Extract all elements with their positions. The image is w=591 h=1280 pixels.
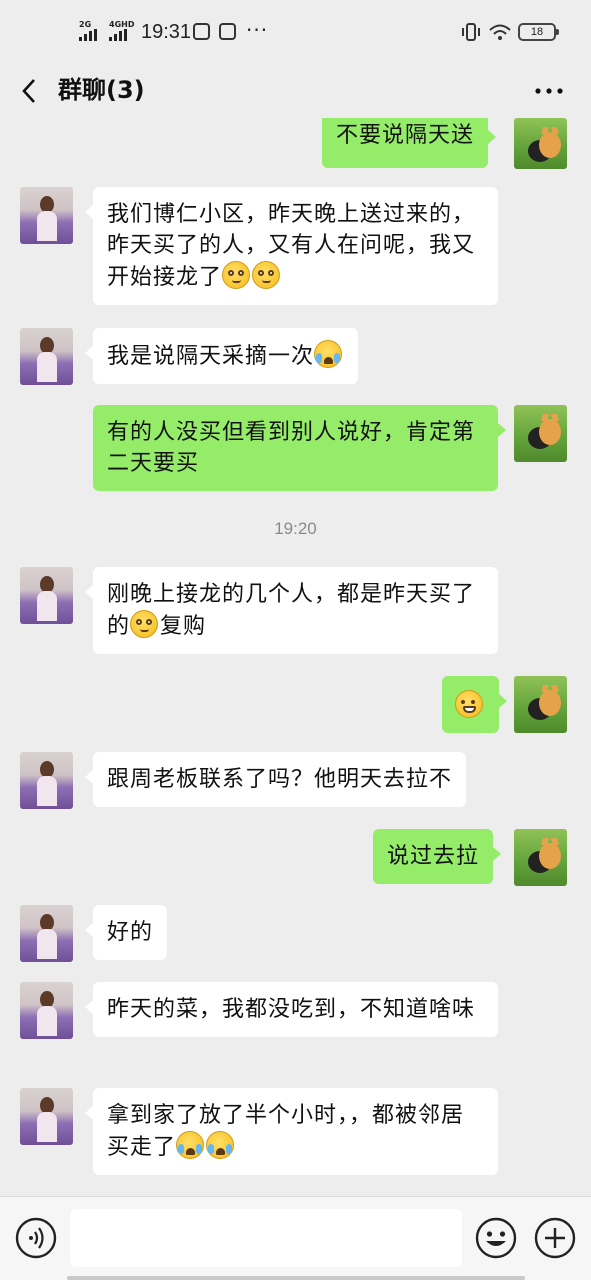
message-bubble-received[interactable]: 刚晚上接龙的几个人，都是昨天买了的 复购 bbox=[85, 567, 498, 654]
my-avatar[interactable] bbox=[514, 676, 567, 733]
blush-emoji-icon bbox=[252, 261, 281, 289]
back-arrow-icon[interactable] bbox=[18, 76, 42, 106]
message-text: 我们博仁小区，昨天晚上送过来的，昨天买了的人，又有人在问呢，我又开始接龙了 bbox=[107, 202, 476, 290]
message-bubble-received[interactable]: 我是说隔天采摘一次 bbox=[84, 328, 359, 384]
emoji-picker-icon[interactable] bbox=[474, 1216, 518, 1260]
signal-2g-icon: 2G bbox=[79, 20, 97, 41]
more-options-icon[interactable] bbox=[530, 76, 570, 106]
message-input[interactable] bbox=[70, 1209, 462, 1267]
message-bubble-sent[interactable]: 不要说隔天送 bbox=[322, 118, 497, 168]
crying-emoji-icon bbox=[314, 340, 343, 368]
message-text: 拿到家了放了半个小时，，都被邻居买走了 bbox=[107, 1103, 465, 1160]
contact-avatar[interactable] bbox=[20, 187, 73, 244]
contact-avatar[interactable] bbox=[20, 752, 73, 809]
contact-avatar[interactable] bbox=[20, 567, 73, 624]
notification-icon bbox=[193, 23, 210, 40]
chat-messages[interactable]: 不要说隔天送 我们博仁小区，昨天晚上送过来的，昨天买了的人，又有人在问呢，我又开… bbox=[0, 118, 591, 1196]
signal-4g-icon: 4GHD bbox=[109, 20, 134, 41]
battery-icon: 18 bbox=[518, 23, 559, 41]
wifi-icon bbox=[489, 24, 511, 40]
contact-avatar[interactable] bbox=[20, 1088, 73, 1145]
my-avatar[interactable] bbox=[514, 829, 567, 886]
grin-emoji-icon bbox=[455, 690, 483, 718]
message-bubble-sent[interactable]: 说过去拉 bbox=[373, 829, 502, 884]
message-text: 好的 bbox=[107, 920, 154, 945]
message-bubble-received[interactable]: 好的 bbox=[84, 905, 168, 960]
voice-input-icon[interactable] bbox=[14, 1216, 58, 1260]
message-bubble-received[interactable]: 拿到家了放了半个小时，，都被邻居买走了 bbox=[85, 1088, 498, 1175]
contact-avatar[interactable] bbox=[20, 982, 73, 1039]
chat-title: 群聊(3) bbox=[58, 76, 145, 104]
contact-avatar[interactable] bbox=[20, 905, 73, 962]
crying-emoji-icon bbox=[206, 1131, 235, 1159]
message-text: 跟周老板联系了吗？他明天去拉不 bbox=[107, 767, 453, 792]
message-bubble-received[interactable]: 我们博仁小区，昨天晚上送过来的，昨天买了的人，又有人在问呢，我又开始接龙了 bbox=[85, 187, 498, 305]
contact-avatar[interactable] bbox=[20, 328, 73, 385]
status-time: 19:31 bbox=[141, 21, 192, 43]
my-avatar[interactable] bbox=[514, 405, 567, 462]
blush-emoji-icon bbox=[130, 610, 159, 638]
network-type-label: 2G bbox=[79, 20, 92, 29]
message-bubble-sent[interactable]: 有的人没买但看到别人说好，肯定第二天要买 bbox=[93, 405, 506, 491]
message-text: 不要说隔天送 bbox=[336, 123, 475, 148]
chat-header: 群聊(3) bbox=[0, 64, 591, 118]
my-avatar[interactable] bbox=[514, 118, 567, 169]
message-bubble-received[interactable]: 跟周老板联系了吗？他明天去拉不 bbox=[84, 752, 467, 807]
message-bubble-received[interactable]: 昨天的菜，我都没吃到，不知道啥味 bbox=[85, 982, 498, 1037]
message-text: 昨天的菜，我都没吃到，不知道啥味 bbox=[107, 997, 476, 1022]
message-bubble-sent[interactable] bbox=[442, 676, 507, 733]
blush-emoji-icon bbox=[222, 261, 251, 289]
more-notifications-icon: ··· bbox=[246, 18, 269, 42]
message-text: 有的人没买但看到别人说好，肯定第二天要买 bbox=[107, 420, 476, 476]
vibrate-icon bbox=[462, 23, 480, 41]
edit-notification-icon bbox=[219, 23, 236, 40]
message-text: 复购 bbox=[160, 614, 207, 639]
input-bar bbox=[0, 1196, 591, 1280]
message-text: 我是说隔天采摘一次 bbox=[107, 344, 315, 369]
status-bar: 2G 4GHD 19:31 ··· 18 bbox=[0, 0, 591, 64]
message-text: 说过去拉 bbox=[387, 844, 480, 869]
crying-emoji-icon bbox=[176, 1131, 205, 1159]
home-indicator[interactable] bbox=[67, 1276, 525, 1280]
message-timestamp: 19:20 bbox=[274, 519, 317, 538]
more-functions-icon[interactable] bbox=[533, 1216, 577, 1260]
network-type-label: 4GHD bbox=[109, 20, 135, 29]
